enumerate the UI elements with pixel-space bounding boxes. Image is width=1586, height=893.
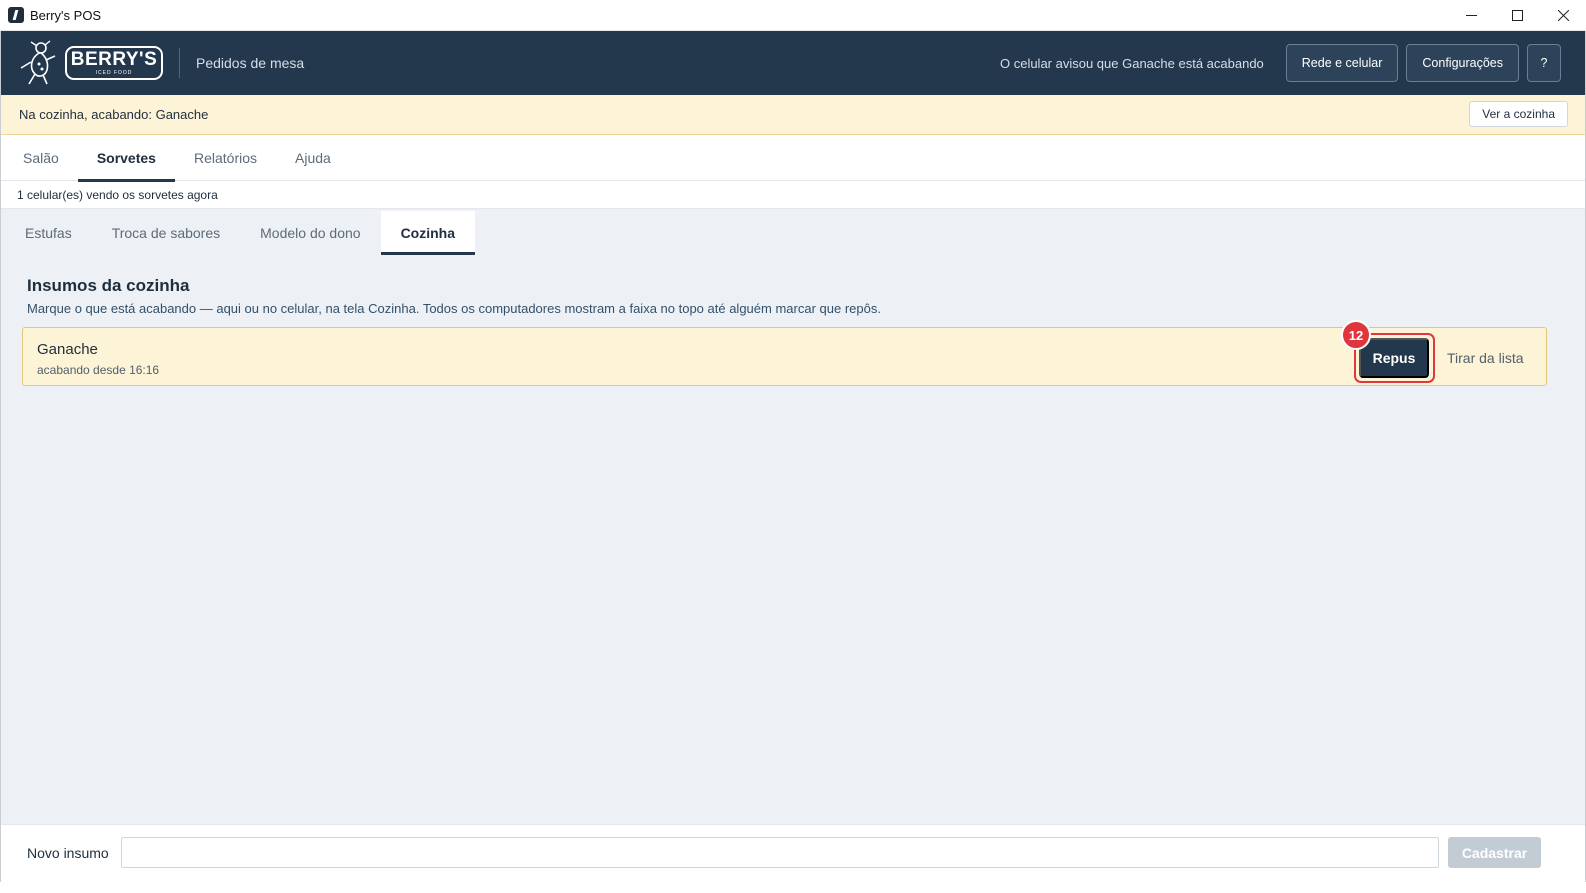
new-supply-input[interactable] [121, 837, 1439, 868]
header-notice: O celular avisou que Ganache está acaban… [999, 55, 1264, 71]
remove-from-list-button[interactable]: Tirar da lista [1439, 338, 1532, 378]
content-area: Estufas Troca de sabores Modelo do dono … [1, 209, 1585, 824]
window-bottom-edge [0, 882, 1586, 893]
help-button[interactable]: ? [1527, 44, 1561, 82]
app-icon [8, 7, 24, 23]
brand-logo: BERRY'S ICED FOOD [17, 31, 163, 95]
step-badge: 12 [1341, 320, 1371, 350]
item-status: acabando desde 16:16 [37, 363, 160, 377]
panel-description: Marque o que está acabando — aqui ou no … [27, 301, 881, 316]
app-header: BERRY'S ICED FOOD Pedidos de mesa O celu… [1, 31, 1585, 95]
new-supply-bar: Novo insumo Cadastrar [1, 824, 1585, 882]
list-item: Ganache acabando desde 16:16 Repus 12 Ti… [22, 320, 1547, 386]
sub-tabs: Estufas Troca de sabores Modelo do dono … [5, 211, 476, 255]
subtab-estufas[interactable]: Estufas [5, 211, 92, 255]
register-button[interactable]: Cadastrar [1448, 837, 1541, 868]
logo-text: BERRY'S [70, 48, 158, 70]
tab-salao[interactable]: Salão [4, 135, 78, 181]
tab-relatorios[interactable]: Relatórios [175, 135, 276, 181]
tab-ajuda[interactable]: Ajuda [276, 135, 350, 181]
header-right: O celular avisou que Ganache está acaban… [1000, 44, 1561, 82]
kitchen-alert-banner: Na cozinha, acabando: Ganache Ver a cozi… [1, 95, 1585, 135]
new-supply-label: Novo insumo [27, 845, 109, 861]
network-button[interactable]: Rede e celular [1285, 44, 1399, 82]
window-title: Berry's POS [30, 7, 102, 23]
minimize-icon[interactable] [1448, 0, 1494, 31]
tab-sorvetes[interactable]: Sorvetes [77, 135, 176, 182]
mascot-icon [20, 40, 56, 85]
connected-phones-status: 1 celular(es) vendo os sorvetes agora [1, 182, 1585, 209]
banner-text: Na cozinha, acabando: Ganache [19, 107, 209, 122]
window-controls [1448, 0, 1586, 31]
settings-button[interactable]: Configurações [1406, 44, 1519, 82]
subtab-troca-de-sabores[interactable]: Troca de sabores [92, 211, 240, 255]
restocked-button[interactable]: Repus [1359, 338, 1429, 378]
main-tabs: Salão Sorvetes Relatórios Ajuda [1, 135, 1585, 182]
logo-subtext: ICED FOOD [95, 69, 133, 76]
subtab-cozinha[interactable]: Cozinha [380, 211, 476, 255]
view-kitchen-button[interactable]: Ver a cozinha [1469, 101, 1568, 127]
header-divider [179, 48, 180, 78]
window-titlebar: Berry's POS [0, 0, 1586, 31]
maximize-icon[interactable] [1494, 0, 1540, 31]
logo-wordmark: BERRY'S ICED FOOD [65, 46, 163, 80]
panel-title: Insumos da cozinha [27, 276, 190, 295]
subtab-modelo-do-dono[interactable]: Modelo do dono [240, 211, 380, 255]
close-icon[interactable] [1540, 0, 1586, 31]
item-name: Ganache [37, 341, 98, 358]
header-section-title: Pedidos de mesa [196, 55, 305, 71]
